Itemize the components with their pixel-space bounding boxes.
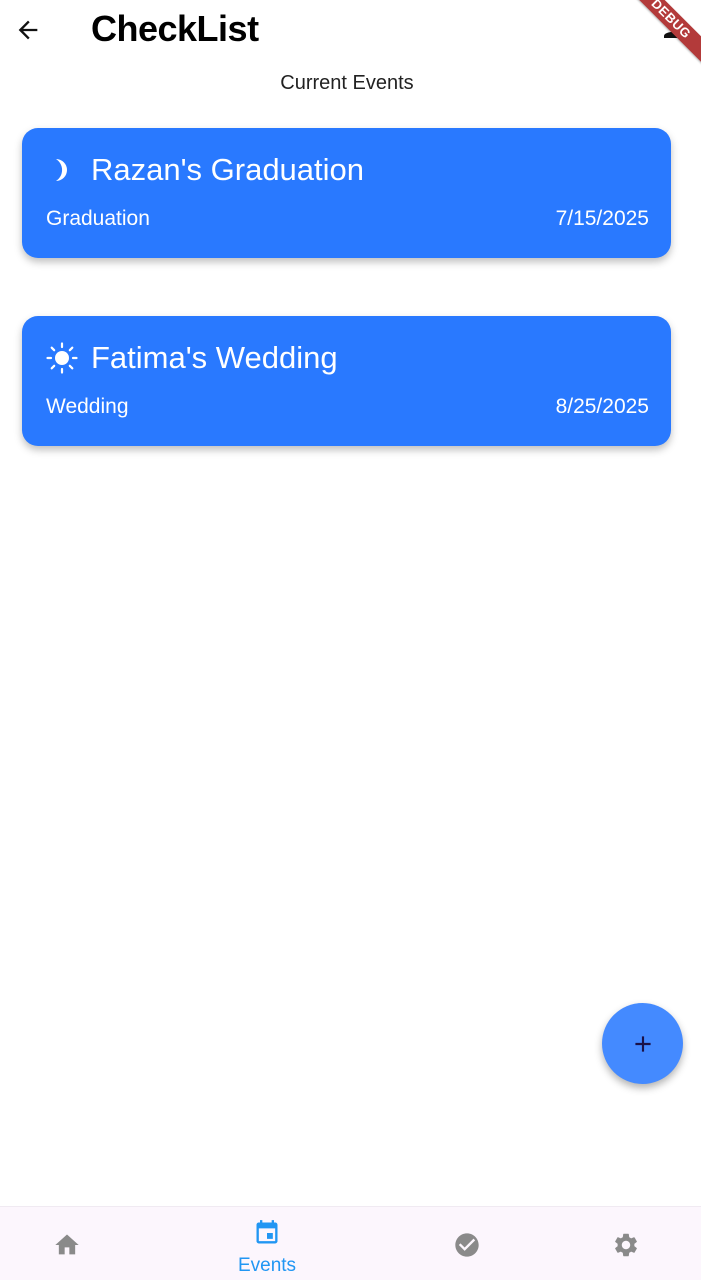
plus-icon	[634, 1035, 651, 1052]
nav-item-events[interactable]: Events	[207, 1207, 327, 1280]
nav-item-settings[interactable]	[566, 1207, 686, 1280]
event-date: 7/15/2025	[555, 207, 649, 230]
nav-item-completed[interactable]	[407, 1207, 527, 1280]
event-title: Razan's Graduation	[91, 152, 365, 187]
home-icon	[55, 1234, 79, 1255]
nav-label-events: Events	[237, 1255, 297, 1276]
moon-icon	[56, 159, 67, 181]
bottom-navigation: Events	[0, 1206, 701, 1280]
nav-item-home[interactable]	[7, 1207, 127, 1280]
event-title: Fatima's Wedding	[91, 340, 338, 375]
event-card[interactable]: Fatima's Wedding Wedding 8/25/2025	[22, 316, 671, 446]
page-title: CheckList	[91, 8, 259, 49]
app-bar: CheckList DEBUG	[0, 0, 701, 68]
add-event-button[interactable]	[602, 1003, 683, 1084]
calendar-icon	[256, 1220, 278, 1244]
sun-icon	[46, 342, 78, 374]
gear-icon	[615, 1233, 637, 1257]
checklist-screen: CheckList DEBUG Current Events Razan's G…	[0, 0, 701, 1280]
back-button[interactable]	[8, 10, 48, 50]
event-type: Graduation	[46, 207, 150, 230]
event-date: 8/25/2025	[555, 395, 649, 418]
section-heading: Current Events	[280, 72, 414, 94]
check-circle-icon	[455, 1233, 479, 1257]
arrow-left-icon	[18, 20, 38, 40]
event-card[interactable]: Razan's Graduation Graduation 7/15/2025	[22, 128, 671, 258]
event-type: Wedding	[46, 395, 129, 418]
